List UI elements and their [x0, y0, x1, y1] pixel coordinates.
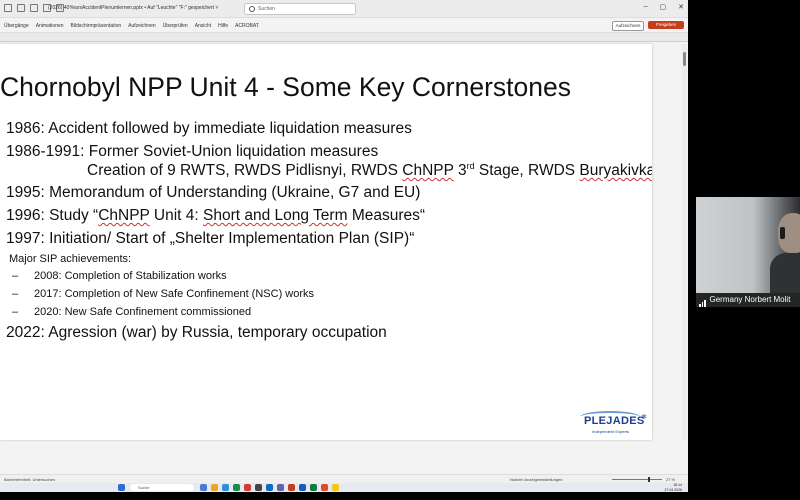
- maximize-button[interactable]: ▢: [660, 3, 667, 11]
- vertical-scrollbar[interactable]: [682, 44, 687, 440]
- logo-subtitle: Independent Experts: [592, 429, 629, 434]
- tab-acrobat[interactable]: ACROBAT: [235, 23, 259, 29]
- app-icon[interactable]: [255, 484, 262, 491]
- search-icon: [249, 6, 255, 12]
- participant-video-tile[interactable]: Germany Norbert Molit: [696, 197, 800, 307]
- taskbar: Suche 18:14 27.04.2026: [0, 483, 688, 492]
- save-icon[interactable]: [17, 4, 25, 12]
- search-placeholder: Suchen: [258, 6, 275, 12]
- mail-icon[interactable]: [266, 484, 273, 491]
- title-bar: (2026) 40YearsAccidentPlenumlernen.pptx …: [0, 0, 688, 18]
- start-icon[interactable]: [118, 484, 125, 491]
- teams-icon[interactable]: [277, 484, 284, 491]
- window-controls: – ▢ ✕: [644, 3, 684, 11]
- tab-hilfe[interactable]: Hilfe: [218, 23, 228, 29]
- ruler: [0, 33, 688, 42]
- document-title[interactable]: (2026) 40YearsAccidentPlenumlernen.pptx …: [48, 5, 218, 11]
- close-button[interactable]: ✕: [678, 3, 684, 11]
- plejades-logo: ✱ PLEJADES Independent Experts: [578, 411, 648, 437]
- participant-name-label: Germany Norbert Molit: [696, 293, 800, 307]
- accessibility-status[interactable]: Barrierefreiheit: Untersuchen: [4, 477, 55, 482]
- tab-uebergaenge[interactable]: Übergänge: [4, 23, 29, 29]
- tab-animationen[interactable]: Animationen: [36, 23, 64, 29]
- notes-display-settings[interactable]: Notizen Anzeigeeinstellungen: [510, 477, 562, 482]
- scrollbar-thumb[interactable]: [683, 52, 686, 66]
- clock-date: 27.04.2026: [664, 487, 682, 492]
- slide-canvas[interactable]: Chornobyl NPP Unit 4 - Some Key Cornerst…: [0, 44, 652, 440]
- bullet-1995: 1995: Memorandum of Understanding (Ukrai…: [6, 184, 421, 201]
- taskbar-icons: [118, 484, 125, 491]
- bullet-1986: 1986: Accident followed by immediate liq…: [6, 120, 412, 137]
- slide-title: Chornobyl NPP Unit 4 - Some Key Cornerst…: [0, 72, 571, 102]
- powerpoint-window: (2026) 40YearsAccidentPlenumlernen.pptx …: [0, 0, 688, 492]
- zoom-level[interactable]: 27 %: [666, 477, 675, 482]
- taskbar-clock[interactable]: 18:14 27.04.2026: [652, 483, 682, 492]
- ribbon-tabs: Übergänge Animationen Bildschirmpräsenta…: [0, 18, 688, 33]
- search-input[interactable]: Suchen: [244, 3, 356, 15]
- browser-icon[interactable]: [222, 484, 229, 491]
- share-button[interactable]: Freigeben: [648, 21, 684, 29]
- tab-ueberpruefen[interactable]: Überprüfen: [163, 23, 188, 29]
- pinned-apps: [200, 484, 339, 491]
- headset-icon: [780, 227, 785, 239]
- tab-ansicht[interactable]: Ansicht: [195, 23, 211, 29]
- app-icon[interactable]: [244, 484, 251, 491]
- achievement-2008: –2008: Completion of Stabilization works: [12, 270, 227, 282]
- folder-icon[interactable]: [211, 484, 218, 491]
- app-icon[interactable]: [332, 484, 339, 491]
- achievement-2017: –2017: Completion of New Safe Confinemen…: [12, 288, 315, 300]
- bullet-2022: 2022: Agression (war) by Russia, tempora…: [6, 324, 387, 341]
- achievement-2020: –2020: New Safe Confinement commissioned: [12, 306, 252, 318]
- undo-icon[interactable]: [30, 4, 38, 12]
- bullet-1996: 1996: Study “ChNPP Unit 4: Short and Lon…: [6, 207, 426, 224]
- app-icon[interactable]: [200, 484, 207, 491]
- tab-bildschirmpraesentation[interactable]: Bildschirmpräsentation: [71, 23, 122, 29]
- participant-body: [770, 253, 800, 293]
- zoom-slider-handle[interactable]: [648, 477, 650, 482]
- tab-aufzeichnen[interactable]: Aufzeichnen: [128, 23, 156, 29]
- zoom-slider[interactable]: [612, 477, 662, 482]
- word-icon[interactable]: [299, 484, 306, 491]
- minimize-button[interactable]: –: [644, 3, 648, 11]
- record-button[interactable]: Aufzeichnen: [612, 21, 644, 31]
- app-icon[interactable]: [233, 484, 240, 491]
- excel-icon[interactable]: [310, 484, 317, 491]
- autosave-icon[interactable]: [4, 4, 12, 12]
- taskbar-search[interactable]: Suche: [130, 484, 194, 491]
- bullet-1997: 1997: Initiation/ Start of „Shelter Impl…: [6, 230, 415, 247]
- achievements-heading: Major SIP achievements:: [9, 253, 132, 265]
- bullet-1986-1991-detail: Creation of 9 RWTS, RWDS Pidlisnyi, RWDS…: [87, 161, 652, 180]
- powerpoint-icon[interactable]: [288, 484, 295, 491]
- logo-text: PLEJADES: [584, 415, 645, 427]
- signal-icon: [699, 293, 707, 307]
- app-icon[interactable]: [321, 484, 328, 491]
- bullet-1986-1991: 1986-1991: Former Soviet-Union liquidati…: [6, 143, 379, 160]
